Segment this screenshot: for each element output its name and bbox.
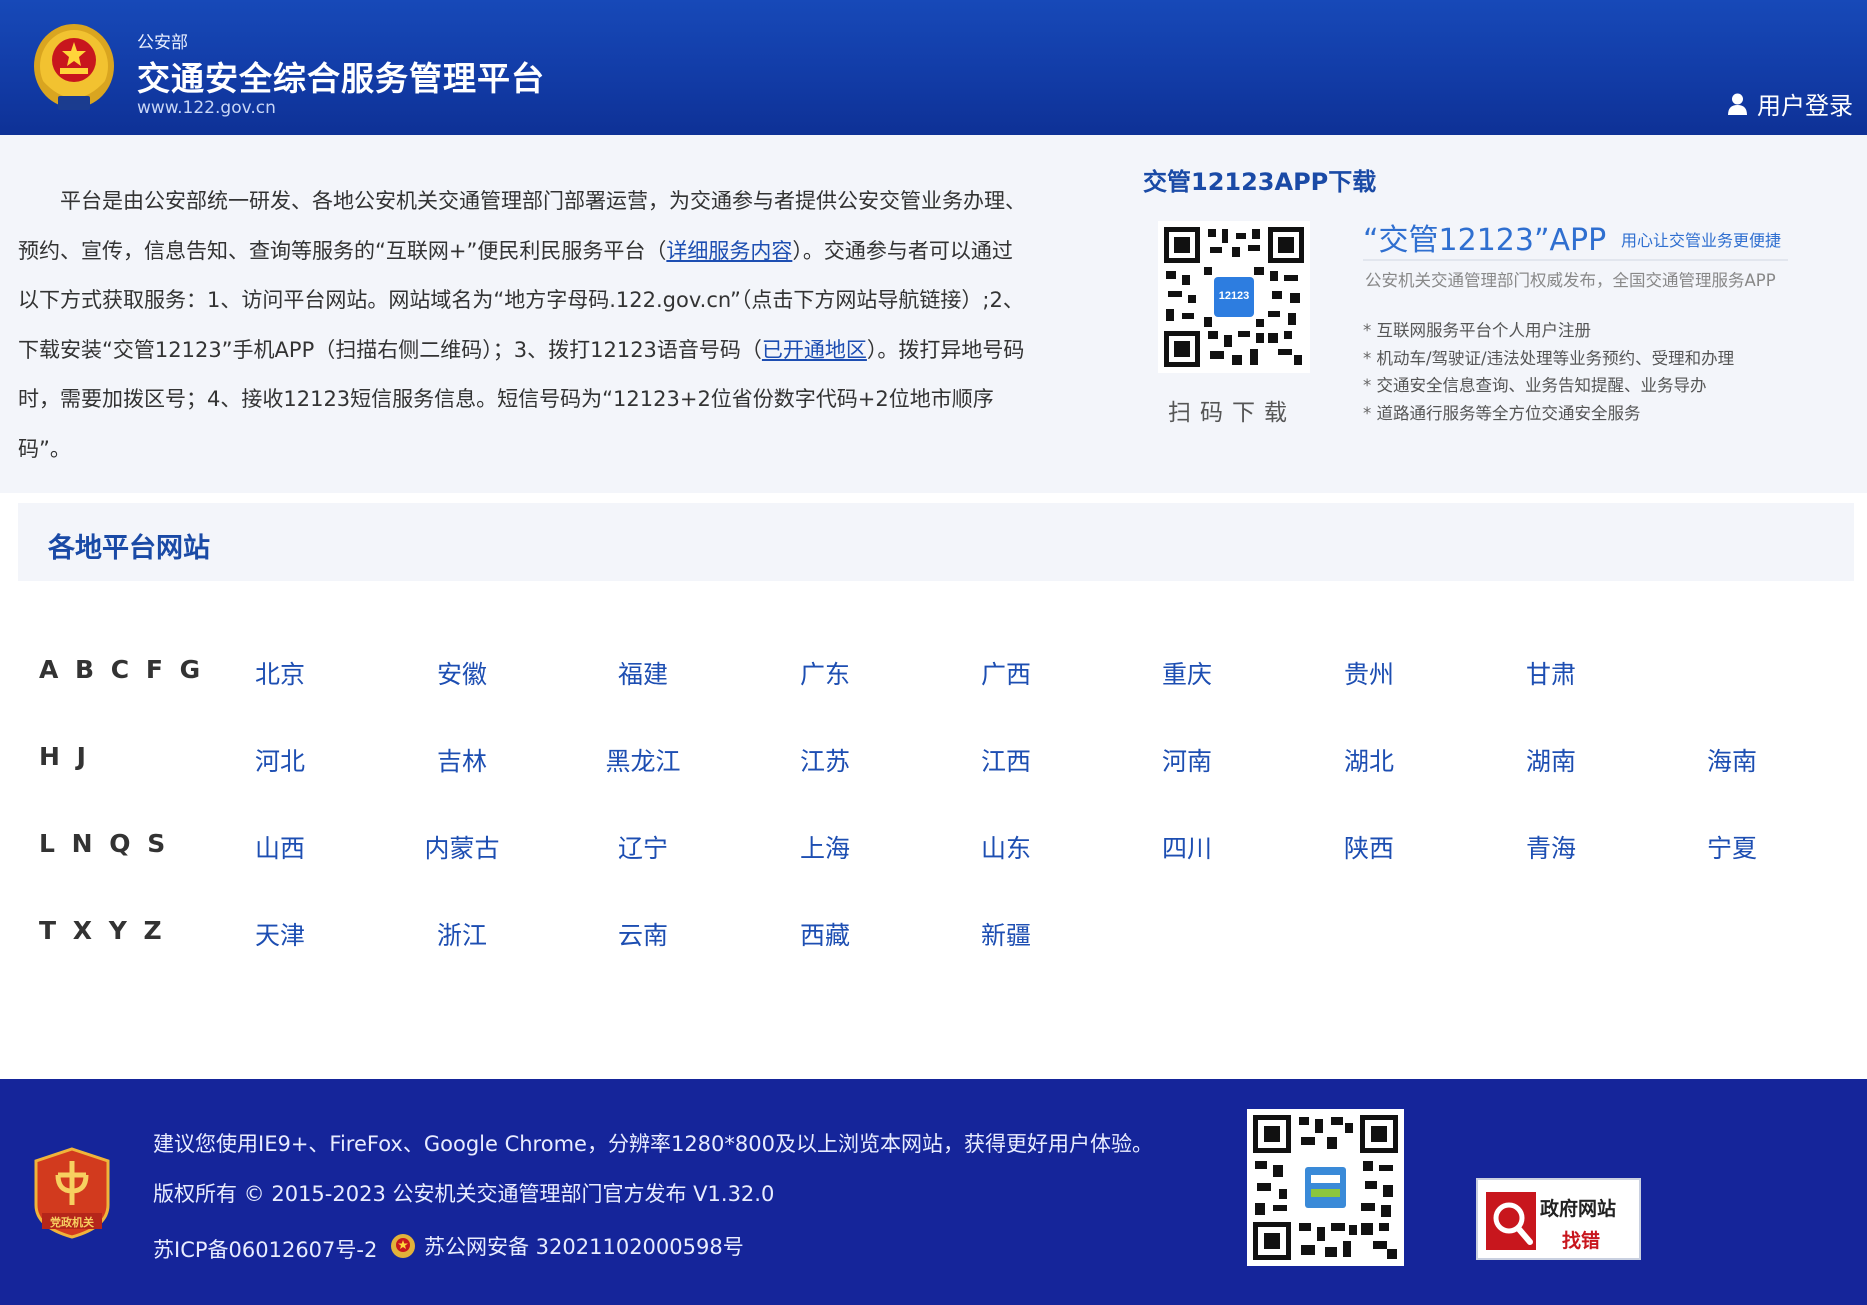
- region-link[interactable]: 青海: [1481, 829, 1621, 865]
- region-link[interactable]: 内蒙古: [392, 829, 532, 865]
- region-link[interactable]: 北京: [210, 655, 350, 691]
- police-emblem-icon: [34, 24, 114, 110]
- region-link[interactable]: 福建: [573, 655, 713, 691]
- user-login-label: 用户登录: [1757, 92, 1853, 120]
- intro-paragraph: 平台是由公安部统一研发、各地公安机关交通管理部门部署运营，为交通参与者提供公安交…: [18, 177, 1033, 474]
- region-link[interactable]: 天津: [210, 916, 350, 952]
- app-feature-list: 互联网服务平台个人用户注册 机动车/驾驶证/违法处理等业务预约、受理和办理 交通…: [1363, 317, 1735, 428]
- region-link[interactable]: 安徽: [392, 655, 532, 691]
- police-record-text: 苏公网安备 32021102000598号: [424, 1235, 744, 1259]
- section-title: 各地平台网站: [48, 533, 210, 564]
- region-link[interactable]: 河北: [210, 742, 350, 778]
- app-name: “交管12123”APP: [1363, 223, 1607, 258]
- region-link[interactable]: 四川: [1117, 829, 1257, 865]
- region-link[interactable]: 陕西: [1299, 829, 1439, 865]
- region-link[interactable]: 山东: [936, 829, 1076, 865]
- region-link[interactable]: 上海: [755, 829, 895, 865]
- region-link[interactable]: 湖北: [1299, 742, 1439, 778]
- app-feature-item: 道路通行服务等全方位交通安全服务: [1363, 400, 1734, 428]
- user-login-button[interactable]: 用户登录: [1728, 86, 1853, 121]
- region-link[interactable]: 重庆: [1117, 655, 1257, 691]
- region-link[interactable]: 河南: [1117, 742, 1257, 778]
- region-letters: L N Q S: [39, 829, 170, 858]
- region-link[interactable]: 广西: [936, 655, 1076, 691]
- region-letters: T X Y Z: [39, 916, 166, 945]
- region-link[interactable]: 辽宁: [573, 829, 713, 865]
- magnifier-icon: [1486, 1192, 1536, 1250]
- app-download-title: 交管12123APP下载: [1143, 168, 1377, 196]
- icp-record-link[interactable]: 苏ICP备06012607号-2: [153, 1234, 377, 1264]
- region-link[interactable]: 黑龙江: [573, 742, 713, 778]
- region-link[interactable]: 江西: [936, 742, 1076, 778]
- scan-download-label: 扫码下载: [1168, 400, 1296, 426]
- opened-regions-link[interactable]: 已开通地区: [762, 338, 867, 362]
- region-link[interactable]: 江苏: [755, 742, 895, 778]
- region-link[interactable]: 甘肃: [1481, 655, 1621, 691]
- party-badge-label: 党政机关: [50, 1215, 94, 1229]
- region-link[interactable]: 云南: [573, 916, 713, 952]
- site-title: 交通安全综合服务管理平台: [137, 59, 545, 98]
- user-icon: [1728, 93, 1747, 115]
- app-feature-item: 机动车/驾驶证/违法处理等业务预约、受理和办理: [1363, 345, 1735, 373]
- police-record-icon: [391, 1234, 415, 1258]
- region-row: A B C F G 北京 安徽 福建 广东 广西 重庆 贵州 甘肃: [0, 655, 1867, 695]
- intro-panel: 平台是由公安部统一研发、各地公安机关交通管理部门部署运营，为交通参与者提供公安交…: [0, 135, 1867, 493]
- region-link[interactable]: 新疆: [936, 916, 1076, 952]
- region-link[interactable]: 广东: [755, 655, 895, 691]
- service-details-link[interactable]: 详细服务内容: [666, 239, 792, 263]
- party-organ-badge-icon: 党政机关: [34, 1147, 110, 1239]
- site-url: www.122.gov.cn: [137, 98, 276, 118]
- gov-btn-line1: 政府网站: [1540, 1198, 1617, 1220]
- copyright: 版权所有 © 2015-2023 公安机关交通管理部门官方发布 V1.32.0: [153, 1182, 775, 1206]
- region-link[interactable]: 山西: [210, 829, 350, 865]
- region-link[interactable]: 吉林: [392, 742, 532, 778]
- qr-badge-label: 12123: [1219, 290, 1250, 302]
- site-footer: 党政机关 建议您使用IE9+、FireFox、Google Chrome，分辨率…: [0, 1079, 1867, 1305]
- gov-btn-line2: 找错: [1562, 1230, 1601, 1252]
- app-feature-item: 互联网服务平台个人用户注册: [1363, 317, 1734, 345]
- app-qr-code: 12123: [1158, 221, 1310, 373]
- org-name: 公安部: [137, 33, 188, 53]
- region-link[interactable]: 宁夏: [1662, 829, 1802, 865]
- region-link[interactable]: 浙江: [392, 916, 532, 952]
- app-feature-item: 交通安全信息查询、业务告知提醒、业务导办: [1363, 372, 1734, 400]
- browser-tip: 建议您使用IE9+、FireFox、Google Chrome，分辨率1280*…: [153, 1132, 1153, 1156]
- site-header: 公安部 交通安全综合服务管理平台 www.122.gov.cn 用户登录: [0, 0, 1867, 135]
- region-row: T X Y Z 天津 浙江 云南 西藏 新疆: [0, 916, 1867, 956]
- region-row: L N Q S 山西 内蒙古 辽宁 上海 山东 四川 陕西 青海 宁夏: [0, 829, 1867, 869]
- footer-qr-code: [1247, 1109, 1404, 1266]
- app-subtitle: 公安机关交通管理部门权威发布，全国交通管理服务APP: [1365, 271, 1776, 290]
- app-slogan: 用心让交管业务更便捷: [1621, 231, 1782, 250]
- region-link[interactable]: 西藏: [755, 916, 895, 952]
- region-link[interactable]: 海南: [1662, 742, 1802, 778]
- region-link[interactable]: 湖南: [1481, 742, 1621, 778]
- region-letters: A B C F G: [39, 655, 205, 684]
- gov-site-error-report-button[interactable]: 政府网站 找错: [1476, 1178, 1641, 1260]
- section-header: 各地平台网站: [18, 503, 1854, 581]
- police-record-link[interactable]: 苏公网安备 32021102000598号: [390, 1231, 744, 1261]
- app-divider: [1363, 259, 1788, 261]
- region-letters: H J: [39, 742, 90, 771]
- region-link[interactable]: 贵州: [1299, 655, 1439, 691]
- region-row: H J 河北 吉林 黑龙江 江苏 江西 河南 湖北 湖南 海南: [0, 742, 1867, 782]
